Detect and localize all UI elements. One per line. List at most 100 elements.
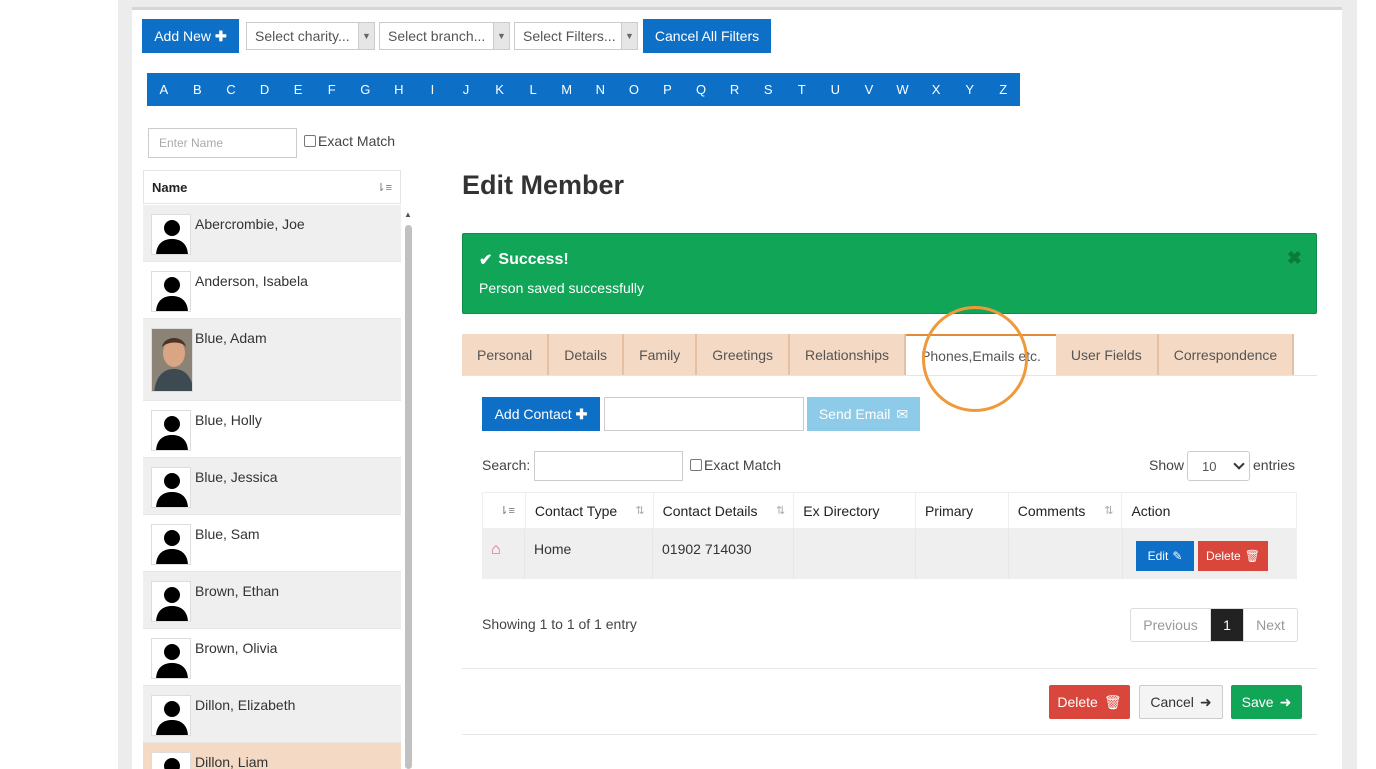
tab-greetings[interactable]: Greetings [697,334,790,376]
tab-phones-emails-etc[interactable]: Phones,Emails etc. [906,334,1056,376]
delete-member-button[interactable]: Delete 🗑 [1049,685,1130,719]
save-button[interactable]: Save ➜ [1231,685,1302,719]
alert-title: ✔ Success! [479,250,569,270]
member-list-scrollbar[interactable]: ▲ [403,210,414,769]
sort-icon[interactable]: ⇂≡ [376,181,392,194]
alphabet-letter-p[interactable]: P [651,73,685,106]
alphabet-letter-j[interactable]: J [449,73,483,106]
tab-personal[interactable]: Personal [462,334,550,376]
name-search-input[interactable]: Enter Name [148,128,297,158]
alphabet-letter-t[interactable]: T [785,73,819,106]
alphabet-letter-d[interactable]: D [248,73,282,106]
alphabet-letter-v[interactable]: V [852,73,886,106]
alphabet-letter-e[interactable]: E [281,73,315,106]
alphabet-letter-k[interactable]: K [483,73,517,106]
charity-select[interactable]: Select charity... ▼ [246,22,375,50]
column-header-icon[interactable]: ⇂≡ [483,493,526,528]
list-item[interactable]: Blue, Holly [143,401,401,458]
alphabet-letter-u[interactable]: U [819,73,853,106]
alphabet-letter-q[interactable]: Q [684,73,718,106]
column-label: Action [1131,502,1171,519]
alphabet-letter-b[interactable]: B [181,73,215,106]
list-item[interactable]: Blue, Sam [143,515,401,572]
alphabet-letter-s[interactable]: S [751,73,785,106]
close-icon[interactable]: ✖ [1287,248,1302,269]
cancel-all-filters-button[interactable]: Cancel All Filters [643,19,771,53]
exact-match-checkbox[interactable]: Exact Match [304,133,395,149]
charity-select-placeholder: Select charity... [255,28,350,44]
tab-details[interactable]: Details [549,334,625,376]
sort-icon[interactable]: ⇅ [776,504,785,517]
arrow-circle-right-icon: ➜ [1279,693,1292,710]
alphabet-letter-m[interactable]: M [550,73,584,106]
column-header-comments[interactable]: Comments ⇅ [1009,493,1123,528]
tab-user-fields[interactable]: User Fields [1055,334,1159,376]
send-email-button[interactable]: Send Email ✉ [807,397,920,431]
branch-select-placeholder: Select branch... [388,28,486,44]
column-header-primary[interactable]: Primary [916,493,1009,528]
alphabet-letter-z[interactable]: Z [986,73,1020,106]
alphabet-letter-i[interactable]: I [416,73,450,106]
list-item[interactable]: Dillon, Elizabeth [143,686,401,743]
current-page-button[interactable]: 1 [1211,609,1244,641]
table-exact-match-checkbox[interactable]: Exact Match [690,457,781,473]
trash-icon: 🗑 [1103,693,1122,710]
checkbox-box[interactable] [690,459,702,471]
alphabet-letter-g[interactable]: G [348,73,382,106]
list-item[interactable]: Brown, Ethan [143,572,401,629]
alphabet-letter-c[interactable]: C [214,73,248,106]
scrollbar-thumb[interactable] [405,225,412,769]
alphabet-letter-a[interactable]: A [147,73,181,106]
send-email-label: Send Email [818,406,891,422]
alphabet-letter-o[interactable]: O [617,73,651,106]
list-item[interactable]: Brown, Olivia [143,629,401,686]
sort-icon[interactable]: ⇅ [1104,504,1113,517]
entries-per-page-select[interactable]: 10 [1187,451,1250,481]
table-search-input[interactable] [534,451,683,481]
save-label: Save [1241,694,1274,710]
list-item[interactable]: Blue, Adam [143,319,401,401]
alphabet-letter-w[interactable]: W [886,73,920,106]
scroll-up-icon[interactable]: ▲ [404,210,412,219]
tab-correspondence[interactable]: Correspondence [1158,334,1295,376]
alphabet-letter-h[interactable]: H [382,73,416,106]
alphabet-letter-r[interactable]: R [718,73,752,106]
ex-directory-cell [794,529,916,579]
contact-type-cell: Home [525,529,653,579]
checkbox-box[interactable] [304,135,316,147]
alphabet-letter-f[interactable]: F [315,73,349,106]
tab-family[interactable]: Family [624,334,698,376]
list-item[interactable]: Abercrombie, Joe [143,205,401,262]
member-list-header[interactable]: Name ⇂≡ [143,170,401,204]
list-item[interactable]: Anderson, Isabela [143,262,401,319]
alphabet-letter-y[interactable]: Y [953,73,987,106]
column-label: Contact Type [534,502,618,519]
alphabet-letter-n[interactable]: N [584,73,618,106]
add-new-button[interactable]: Add New ✚ [142,19,239,53]
caret-down-icon: ▼ [621,23,637,49]
branch-select[interactable]: Select branch... ▼ [379,22,510,50]
contact-input[interactable] [604,397,804,431]
alert-message: Person saved successfully [479,280,644,296]
list-item[interactable]: Blue, Jessica [143,458,401,515]
caret-down-icon: ▼ [358,23,374,49]
alphabet-letter-l[interactable]: L [516,73,550,106]
tab-relationships[interactable]: Relationships [790,334,907,376]
alphabet-filter-bar: ABCDEFGHIJKLMNOPQRSTUVWXYZ [147,73,1020,106]
list-item[interactable]: Dillon, Liam [143,743,401,769]
sort-icon[interactable]: ⇅ [635,504,644,517]
avatar [151,638,191,679]
delete-contact-button[interactable]: Delete 🗑 [1198,541,1268,571]
previous-page-button[interactable]: Previous [1131,609,1211,641]
alphabet-letter-x[interactable]: X [919,73,953,106]
cancel-button[interactable]: Cancel ➜ [1139,685,1223,719]
alert-title-text: Success! [498,251,569,268]
column-header-contact-details[interactable]: Contact Details ⇅ [654,493,795,528]
column-header-contact-type[interactable]: Contact Type ⇅ [526,493,654,528]
sort-icon[interactable]: ⇂≡ [499,504,515,517]
next-page-button[interactable]: Next [1244,609,1297,641]
add-contact-button[interactable]: Add Contact ✚ [482,397,600,431]
filters-select[interactable]: Select Filters... ▼ [514,22,638,50]
edit-contact-button[interactable]: Edit ✎ [1136,541,1194,571]
column-header-ex-directory[interactable]: Ex Directory [794,493,916,528]
